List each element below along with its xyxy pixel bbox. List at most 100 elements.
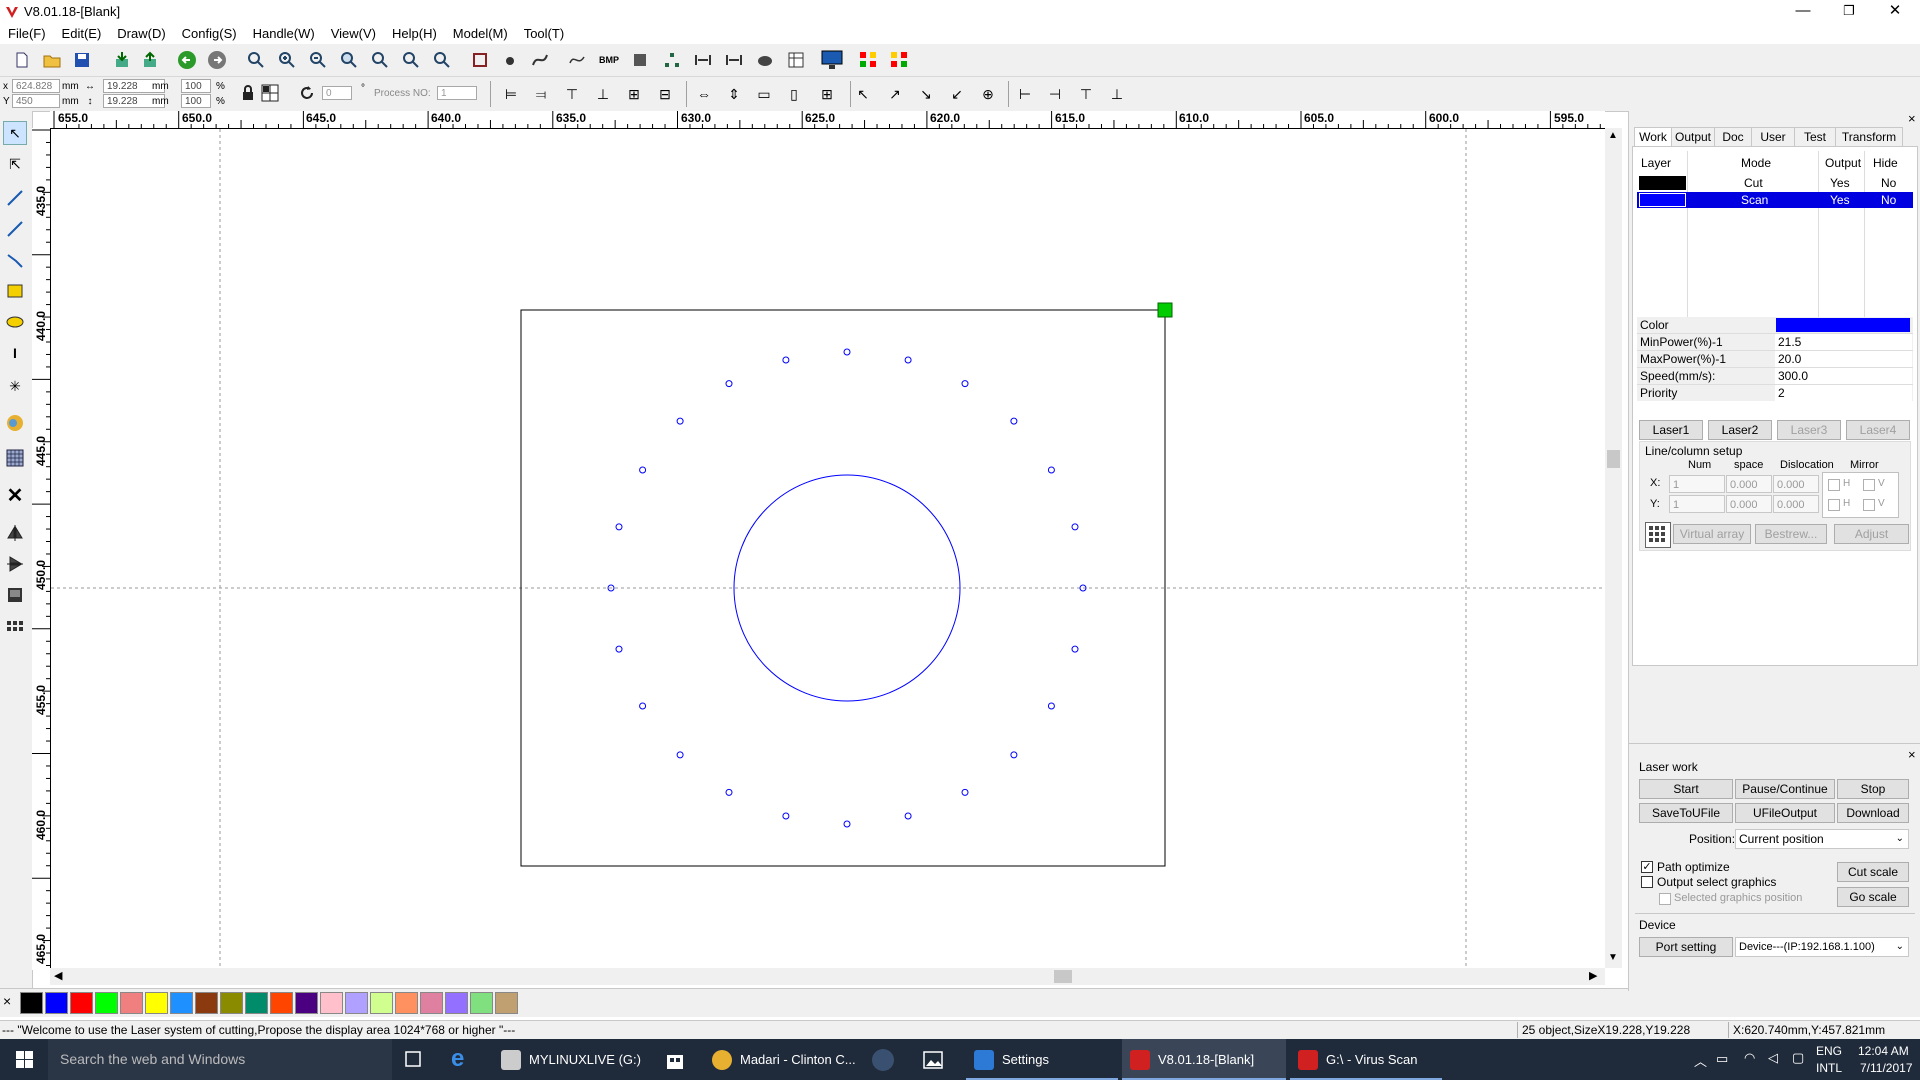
import-icon[interactable] bbox=[110, 48, 134, 72]
redo-icon[interactable] bbox=[205, 48, 229, 72]
cut-scale-button[interactable]: Cut scale bbox=[1837, 862, 1909, 882]
palette-swatch[interactable] bbox=[145, 992, 168, 1014]
zoom-page-icon[interactable] bbox=[337, 48, 361, 72]
palette-swatch[interactable] bbox=[170, 992, 193, 1014]
prop-min-power-value[interactable]: 21.5 bbox=[1778, 335, 1801, 349]
polyline-tool-icon[interactable] bbox=[3, 217, 27, 241]
save-icon[interactable] bbox=[70, 48, 94, 72]
left-edge-icon[interactable]: ⊢ bbox=[1013, 82, 1037, 106]
y-position-input[interactable]: 450 bbox=[12, 94, 60, 108]
dot-tool-icon[interactable]: ✳ bbox=[3, 374, 27, 398]
new-file-icon[interactable] bbox=[10, 48, 34, 72]
drawing-canvas[interactable] bbox=[51, 129, 1603, 967]
steam-icon[interactable] bbox=[872, 1049, 894, 1071]
rectangle-tool-icon[interactable] bbox=[3, 279, 27, 303]
laserwork-close-icon[interactable]: × bbox=[1908, 747, 1916, 762]
array-grid-icon[interactable] bbox=[1645, 522, 1671, 548]
language-layout[interactable]: INTL bbox=[1816, 1061, 1842, 1075]
y-num-input[interactable]: 1 bbox=[1669, 495, 1725, 513]
taskbar-app-mylinuxlive[interactable]: MYLINUXLIVE (G:) bbox=[493, 1039, 663, 1080]
mirror-h-icon[interactable] bbox=[3, 521, 27, 545]
menu-edit[interactable]: Edit(E) bbox=[54, 24, 110, 44]
prop-color-swatch[interactable] bbox=[1776, 318, 1910, 332]
tray-chevron-icon[interactable]: ︿ bbox=[1694, 1051, 1707, 1070]
layer-row-selected[interactable]: Scan Yes No bbox=[1637, 192, 1913, 208]
palette-swatch[interactable] bbox=[495, 992, 518, 1014]
close-button[interactable]: ✕ bbox=[1872, 0, 1918, 24]
distribute-v-icon[interactable] bbox=[722, 48, 746, 72]
taskbar-app-laser[interactable]: V8.01.18-[Blank] bbox=[1122, 1039, 1286, 1080]
lock-ratio-icon[interactable] bbox=[236, 81, 260, 105]
open-folder-icon[interactable] bbox=[40, 48, 64, 72]
menu-file[interactable]: File(F) bbox=[0, 24, 54, 44]
width-lock-icon[interactable]: ↔ bbox=[82, 79, 98, 93]
adjust-button[interactable]: Adjust bbox=[1834, 524, 1909, 544]
group-icon[interactable] bbox=[660, 48, 684, 72]
hscroll-thumb[interactable] bbox=[1054, 970, 1072, 983]
clock-date[interactable]: 7/11/2017 bbox=[1860, 1061, 1913, 1075]
wifi-icon[interactable]: ◠ bbox=[1744, 1050, 1755, 1066]
machine-icon[interactable] bbox=[753, 48, 777, 72]
arrow-bottom-left-icon[interactable]: ↙ bbox=[945, 82, 969, 106]
same-width-icon[interactable]: ⇔ bbox=[692, 82, 716, 106]
line-tool-icon[interactable] bbox=[3, 186, 27, 210]
process-no-input[interactable]: 1 bbox=[437, 86, 477, 100]
export-icon[interactable] bbox=[138, 48, 162, 72]
palette-swatch[interactable] bbox=[45, 992, 68, 1014]
tab-doc[interactable]: Doc bbox=[1714, 127, 1752, 147]
node-edit-icon[interactable] bbox=[498, 48, 522, 72]
go-scale-button[interactable]: Go scale bbox=[1837, 887, 1909, 907]
palette-swatch[interactable] bbox=[395, 992, 418, 1014]
panel-close-icon[interactable]: × bbox=[1908, 111, 1916, 126]
palette-swatch[interactable] bbox=[95, 992, 118, 1014]
mirror-x-v-checkbox[interactable] bbox=[1863, 479, 1875, 491]
palette-close-icon[interactable]: × bbox=[3, 993, 11, 1009]
palette-swatch[interactable] bbox=[370, 992, 393, 1014]
undo-icon[interactable] bbox=[175, 48, 199, 72]
battery-icon[interactable]: ▭ bbox=[1716, 1051, 1728, 1067]
scale-x-input[interactable]: 100 bbox=[181, 79, 211, 93]
laser1-button[interactable]: Laser1 bbox=[1639, 420, 1703, 440]
select-rect-icon[interactable] bbox=[468, 48, 492, 72]
edge-icon[interactable]: e bbox=[451, 1047, 475, 1072]
align-center-h-icon[interactable]: ⊞ bbox=[622, 82, 646, 106]
top-edge-icon[interactable]: ⊤ bbox=[1074, 82, 1098, 106]
height-lock-icon[interactable]: ↕ bbox=[82, 94, 98, 108]
arrow-top-left-icon[interactable]: ↖ bbox=[851, 82, 875, 106]
curve-edit-icon[interactable] bbox=[528, 48, 552, 72]
volume-icon[interactable]: ◁ bbox=[1768, 1050, 1778, 1066]
clock-time[interactable]: 12:04 AM bbox=[1858, 1044, 1909, 1058]
mirror-v-icon[interactable] bbox=[3, 552, 27, 576]
palette-swatch[interactable] bbox=[320, 992, 343, 1014]
language-code[interactable]: ENG bbox=[1816, 1044, 1842, 1058]
menu-help[interactable]: Help(H) bbox=[384, 24, 445, 44]
bitmap-icon[interactable]: BMP bbox=[597, 48, 621, 72]
stop-button[interactable]: Stop bbox=[1837, 779, 1909, 799]
align-left-icon[interactable]: ⊨ bbox=[499, 82, 523, 106]
y-space-input[interactable]: 0.000 bbox=[1726, 495, 1772, 513]
task-view-icon[interactable] bbox=[401, 1049, 425, 1069]
bitmap-tool-icon[interactable] bbox=[3, 583, 27, 607]
image-tool-icon[interactable] bbox=[3, 411, 27, 435]
tab-output[interactable]: Output bbox=[1671, 127, 1715, 147]
zoom-select-icon[interactable] bbox=[368, 48, 392, 72]
selected-position-checkbox[interactable] bbox=[1659, 893, 1671, 905]
delete-tool-icon[interactable]: ✕ bbox=[3, 483, 27, 507]
device-select[interactable]: Device---(IP:192.168.1.100) ⌄ bbox=[1735, 937, 1909, 957]
vertical-scrollbar[interactable]: ▲ ▼ bbox=[1605, 128, 1622, 968]
mirror-x-h-checkbox[interactable] bbox=[1828, 479, 1840, 491]
port-setting-button[interactable]: Port setting bbox=[1639, 937, 1733, 957]
menu-config[interactable]: Config(S) bbox=[174, 24, 245, 44]
align-right-icon[interactable]: ⫤ bbox=[529, 82, 553, 106]
grid-tool-icon[interactable] bbox=[3, 446, 27, 470]
vscroll-thumb[interactable] bbox=[1607, 450, 1620, 468]
prop-speed-value[interactable]: 300.0 bbox=[1778, 369, 1808, 383]
palette-swatch[interactable] bbox=[220, 992, 243, 1014]
palette-swatch[interactable] bbox=[245, 992, 268, 1014]
download-button[interactable]: Download bbox=[1837, 803, 1909, 823]
distribute-h-icon[interactable] bbox=[691, 48, 715, 72]
horizontal-scrollbar[interactable]: ◀ ▶ bbox=[50, 968, 1605, 985]
photos-icon[interactable] bbox=[922, 1049, 944, 1071]
zoom-out-icon[interactable] bbox=[306, 48, 330, 72]
right-edge-icon[interactable]: ⊣ bbox=[1043, 82, 1067, 106]
